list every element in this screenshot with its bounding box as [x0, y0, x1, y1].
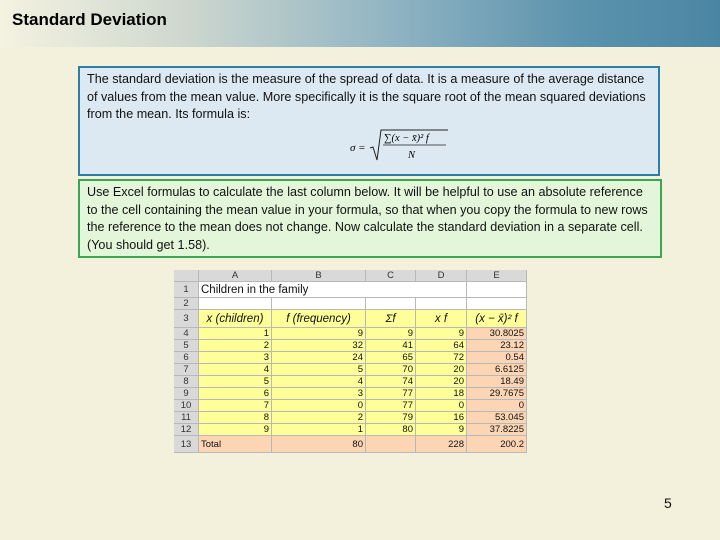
data-cell[interactable]: 2 [199, 340, 272, 352]
row-number[interactable]: 6 [174, 352, 199, 364]
empty-cell[interactable] [272, 298, 366, 310]
data-cell[interactable]: 30.8025 [467, 328, 527, 340]
row-number[interactable]: 1 [174, 282, 199, 298]
total-cell[interactable]: 200.2 [467, 436, 527, 453]
total-cell[interactable] [366, 436, 416, 453]
row-number[interactable]: 8 [174, 376, 199, 388]
data-cell[interactable]: 80 [366, 424, 416, 436]
data-cell[interactable]: 4 [272, 376, 366, 388]
intro-text: The standard deviation is the measure of… [87, 72, 646, 122]
empty-cell[interactable] [416, 282, 467, 298]
data-cell[interactable]: 74 [366, 376, 416, 388]
data-cell[interactable]: 79 [366, 412, 416, 424]
empty-cell[interactable] [199, 298, 272, 310]
column-label[interactable]: x (children) [199, 310, 272, 328]
data-cell[interactable]: 9 [366, 328, 416, 340]
data-cell[interactable]: 0 [416, 400, 467, 412]
formula-numerator: ∑(x − x̄)² f [384, 133, 431, 144]
formula-lhs: σ = [350, 142, 366, 154]
data-cell[interactable]: 5 [199, 376, 272, 388]
data-cell[interactable]: 2 [272, 412, 366, 424]
std-dev-formula: σ = ∑(x − x̄)² f N [350, 129, 448, 161]
data-cell[interactable]: 29.7675 [467, 388, 527, 400]
data-cell[interactable]: 41 [366, 340, 416, 352]
column-header-e[interactable]: E [467, 270, 527, 282]
data-cell[interactable]: 20 [416, 376, 467, 388]
data-cell[interactable]: 4 [199, 364, 272, 376]
data-cell[interactable]: 64 [416, 340, 467, 352]
data-cell[interactable]: 6 [199, 388, 272, 400]
row-number[interactable]: 12 [174, 424, 199, 436]
data-cell[interactable]: 53.045 [467, 412, 527, 424]
spreadsheet: A B C D E 1 2 3 4 5 6 7 8 9 10 11 12 13 Children in the fa… [174, 270, 527, 453]
instruction-text: Use Excel formulas to calculate the last… [87, 185, 648, 252]
data-cell[interactable]: 65 [366, 352, 416, 364]
column-label[interactable]: x f [416, 310, 467, 328]
column-header-d[interactable]: D [416, 270, 467, 282]
data-cell[interactable]: 23.12 [467, 340, 527, 352]
data-cell[interactable]: 24 [272, 352, 366, 364]
data-cell[interactable]: 77 [366, 388, 416, 400]
row-number[interactable]: 9 [174, 388, 199, 400]
empty-cell[interactable] [467, 282, 527, 298]
slide-title: Standard Deviation [12, 10, 167, 29]
row-number[interactable]: 11 [174, 412, 199, 424]
data-cell[interactable]: 1 [199, 328, 272, 340]
data-cell[interactable]: 1 [272, 424, 366, 436]
data-cell[interactable]: 0 [467, 400, 527, 412]
total-cell[interactable]: 80 [272, 436, 366, 453]
data-cell[interactable]: 77 [366, 400, 416, 412]
data-cell[interactable]: 37.8225 [467, 424, 527, 436]
row-number[interactable]: 3 [174, 310, 199, 328]
column-label[interactable]: Σf [366, 310, 416, 328]
row-number[interactable]: 4 [174, 328, 199, 340]
row-number[interactable]: 13 [174, 436, 199, 453]
total-label[interactable]: Total [199, 436, 272, 453]
data-cell[interactable]: 18.49 [467, 376, 527, 388]
column-label[interactable]: f (frequency) [272, 310, 366, 328]
page-number: 5 [664, 495, 672, 511]
data-cell[interactable]: 9 [199, 424, 272, 436]
column-label[interactable]: (x − x̄)² f [467, 310, 527, 328]
row-number[interactable]: 5 [174, 340, 199, 352]
data-cell[interactable]: 32 [272, 340, 366, 352]
column-header-c[interactable]: C [366, 270, 416, 282]
data-cell[interactable]: 0.54 [467, 352, 527, 364]
empty-cell[interactable] [366, 298, 416, 310]
row-number[interactable]: 7 [174, 364, 199, 376]
empty-cell[interactable] [467, 298, 527, 310]
data-cell[interactable]: 5 [272, 364, 366, 376]
data-cell[interactable]: 3 [199, 352, 272, 364]
instruction-box: Use Excel formulas to calculate the last… [78, 179, 662, 258]
data-cell[interactable]: 18 [416, 388, 467, 400]
sheet-corner[interactable] [174, 270, 199, 282]
data-cell[interactable]: 9 [416, 328, 467, 340]
total-cell[interactable]: 228 [416, 436, 467, 453]
data-cell[interactable]: 72 [416, 352, 467, 364]
data-cell[interactable]: 70 [366, 364, 416, 376]
column-header-b[interactable]: B [272, 270, 366, 282]
empty-cell[interactable] [416, 298, 467, 310]
data-cell[interactable]: 6.6125 [467, 364, 527, 376]
sheet-title[interactable]: Children in the family [199, 282, 416, 298]
data-cell[interactable]: 16 [416, 412, 467, 424]
row-number[interactable]: 2 [174, 298, 199, 310]
data-cell[interactable]: 9 [416, 424, 467, 436]
data-cell[interactable]: 0 [272, 400, 366, 412]
row-number[interactable]: 10 [174, 400, 199, 412]
data-cell[interactable]: 3 [272, 388, 366, 400]
data-cell[interactable]: 7 [199, 400, 272, 412]
data-cell[interactable]: 8 [199, 412, 272, 424]
data-cell[interactable]: 20 [416, 364, 467, 376]
data-cell[interactable]: 9 [272, 328, 366, 340]
formula-denominator: N [407, 150, 416, 161]
column-header-a[interactable]: A [199, 270, 272, 282]
